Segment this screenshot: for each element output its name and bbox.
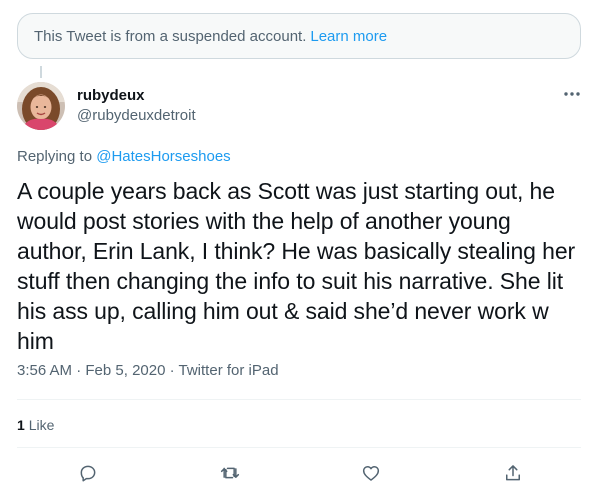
suspended-account-notice: This Tweet is from a suspended account. … — [17, 13, 581, 59]
like-button[interactable] — [360, 462, 382, 484]
reply-button[interactable] — [77, 462, 99, 484]
tweet-time[interactable]: 3:56 AM — [17, 362, 72, 379]
retweet-icon — [220, 467, 240, 479]
retweet-button[interactable] — [219, 462, 241, 484]
reply-mention-link[interactable]: @HatesHorseshoes — [96, 148, 230, 165]
meta-separator: · — [72, 362, 86, 379]
learn-more-link[interactable]: Learn more — [310, 28, 387, 45]
author-name[interactable]: rubydeux — [77, 87, 145, 104]
tweet-source[interactable]: Twitter for iPad — [179, 362, 279, 379]
tweet-text: A couple years back as Scott was just st… — [17, 178, 576, 354]
replying-to: Replying to @HatesHorseshoes — [17, 148, 231, 165]
thread-connector-line — [40, 66, 42, 78]
like-count-label: Like — [28, 417, 55, 433]
divider — [17, 399, 581, 400]
like-count-value: 1 — [17, 417, 25, 433]
notice-text: This Tweet is from a suspended account. — [34, 27, 307, 45]
likes-count[interactable]: 1 Like — [17, 417, 54, 433]
heart-icon — [362, 466, 380, 481]
avatar-photo — [17, 82, 65, 130]
more-horizontal-icon — [564, 92, 580, 96]
replying-to-label: Replying to — [17, 148, 93, 165]
tweet-date[interactable]: Feb 5, 2020 — [85, 362, 165, 379]
meta-separator: · — [165, 362, 179, 379]
more-options-button[interactable] — [558, 84, 586, 104]
author-handle[interactable]: @rubydeuxdetroit — [77, 107, 196, 124]
reply-icon — [80, 465, 96, 482]
tweet-meta: 3:56 AM · Feb 5, 2020 · Twitter for iPad — [17, 362, 279, 379]
share-icon — [506, 465, 520, 481]
divider — [17, 447, 581, 448]
avatar[interactable] — [17, 82, 65, 130]
share-button[interactable] — [502, 462, 524, 484]
